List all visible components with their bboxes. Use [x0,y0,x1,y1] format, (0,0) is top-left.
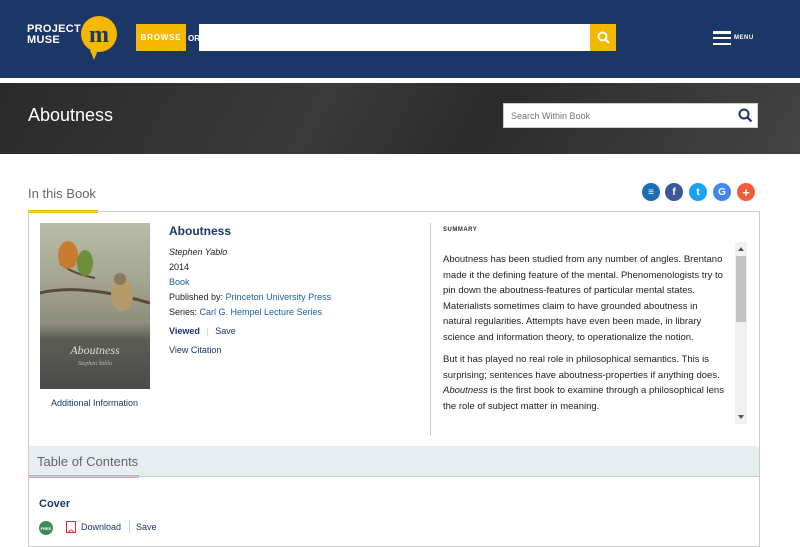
summary-paragraph-2: But it has played no real role in philos… [443,354,724,412]
search-icon [597,31,610,44]
toc-save-link[interactable]: Save [136,522,157,532]
search-within-book [503,103,758,128]
svg-text:m: m [89,22,109,48]
cover-title: Aboutness [70,343,120,357]
free-badge: FREE [39,521,53,535]
scroll-down-icon[interactable] [735,412,747,422]
summary-scrollbar[interactable] [735,242,747,424]
book-type-link[interactable]: Book [169,277,190,287]
list-icon[interactable]: ≡ [642,183,660,201]
in-this-book-heading: In this Book [28,186,96,201]
bird-illustration [40,241,150,311]
menu-button[interactable]: MENU [713,31,754,45]
book-detail-card: Aboutness Stephen Yablo Additional Infor… [28,211,760,547]
table-of-contents-bar: Table of Contents [29,446,759,478]
published-by-label: Published by: [169,292,224,302]
menu-label: MENU [734,35,754,41]
column-divider [430,223,431,436]
viewed-label: Viewed [169,326,200,336]
browse-button[interactable]: BROWSE [136,24,186,51]
google-icon[interactable]: G [713,183,731,201]
facebook-icon[interactable]: f [665,183,683,201]
plus-icon[interactable]: + [737,183,755,201]
series-link[interactable]: Carl G. Hempel Lecture Series [200,307,323,317]
site-search-input[interactable] [199,24,590,51]
publisher-link[interactable]: Princeton University Press [226,292,332,302]
book-title: Aboutness [169,224,232,238]
toc-divider [29,476,759,477]
top-navigation-bar: PROJECT MUSE m BROWSE OR MENU [0,0,800,78]
pdf-icon[interactable] [66,521,76,534]
book-author: Stephen Yablo [169,247,228,257]
book-year: 2014 [169,262,190,272]
book-metadata: Aboutness Stephen Yablo 2014 Book Publis… [169,224,332,355]
site-search-button[interactable] [590,24,616,51]
hamburger-icon [713,31,731,45]
save-link[interactable]: Save [215,326,236,336]
cover-author: Stephen Yablo [78,361,112,367]
book-banner: Aboutness [0,83,800,154]
book-cover-image[interactable]: Aboutness Stephen Yablo [40,223,150,389]
search-icon[interactable] [738,108,753,123]
additional-information-link[interactable]: Additional Information [51,398,138,408]
banner-book-title: Aboutness [28,105,114,125]
twitter-icon[interactable]: t [689,183,707,201]
download-link[interactable]: Download [81,522,121,532]
view-citation-link[interactable]: View Citation [169,345,221,355]
scroll-up-icon[interactable] [735,244,747,254]
logo-line-2: MUSE [27,34,60,46]
muse-m-logo-icon[interactable]: m [80,15,118,65]
toc-item-cover[interactable]: Cover [39,498,70,510]
scroll-thumb[interactable] [736,256,746,322]
toc-heading: Table of Contents [37,454,139,469]
series-label: Series: [169,307,198,317]
summary-label: SUMMARY [443,227,478,233]
summary-paragraph-1: Aboutness has been studied from any numb… [443,254,723,343]
search-within-book-input[interactable] [504,104,729,127]
project-muse-logo[interactable]: PROJECT MUSE [27,24,81,46]
link-separator [129,521,130,533]
summary-text: Aboutness has been studied from any numb… [443,252,729,421]
